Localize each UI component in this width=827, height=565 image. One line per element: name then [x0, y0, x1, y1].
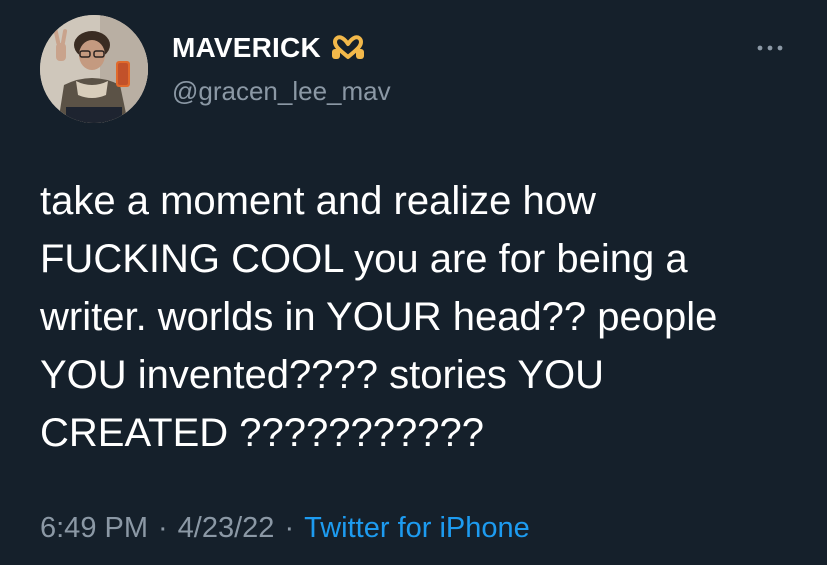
avatar-photo [40, 15, 148, 123]
meta-separator: · [158, 512, 168, 544]
more-horizontal-icon [757, 45, 783, 51]
tweet-meta: 6:49 PM · 4/23/22 · Twitter for iPhone [40, 512, 530, 545]
tweet: MAVERICK @gracen_lee_mav take a moment a… [0, 0, 827, 565]
tweet-text-line: FUCKING COOL you are for being a [40, 237, 688, 281]
meta-separator: · [284, 512, 295, 544]
tweet-text-line: writer. worlds in YOUR head?? people [40, 295, 718, 339]
tweet-text-line: take a moment and realize how [40, 179, 596, 223]
tweet-date[interactable]: 4/23/22 [178, 512, 275, 544]
tweet-text-line: CREATED ??????????? [40, 411, 484, 455]
tweet-time[interactable]: 6:49 PM [40, 512, 148, 544]
avatar[interactable] [40, 15, 148, 123]
tweet-text: take a moment and realize how FUCKING CO… [40, 172, 800, 462]
user-handle[interactable]: @gracen_lee_mav [172, 76, 391, 107]
tweet-text-line: YOU invented???? stories YOU [40, 353, 605, 397]
more-options-button[interactable] [752, 38, 788, 58]
display-name[interactable]: MAVERICK [172, 32, 365, 64]
display-name-text: MAVERICK [172, 32, 321, 63]
tweet-source-link[interactable]: Twitter for iPhone [304, 512, 530, 544]
heart-hands-emoji-icon [331, 35, 365, 61]
